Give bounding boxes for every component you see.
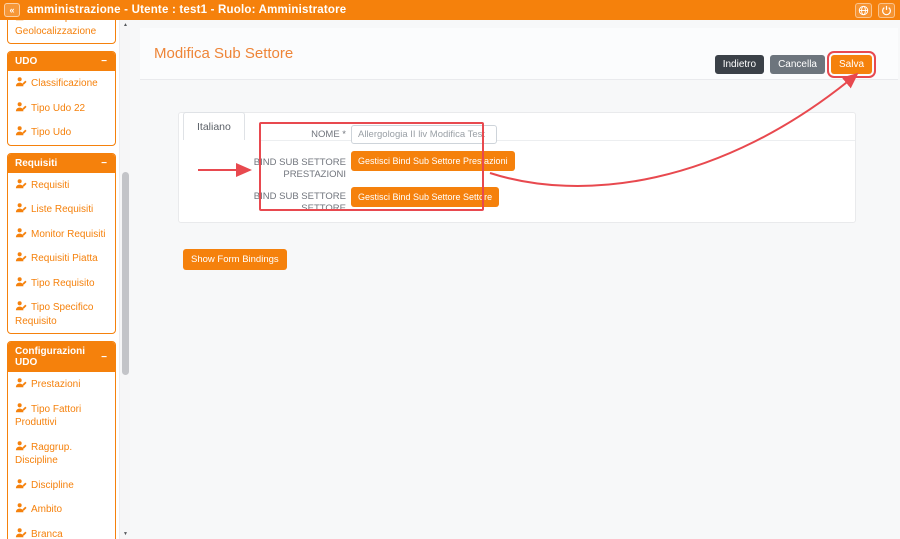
sidebar-section-udo: UDO −Classificazione Tipo Udo 22 Tipo Udo bbox=[7, 51, 116, 146]
section-label: Configurazioni UDO bbox=[15, 346, 101, 368]
sidebar-item-label: Branca bbox=[31, 529, 63, 539]
main-content: Modifica Sub Settore Indietro Cancella S… bbox=[130, 20, 900, 539]
collapse-icon[interactable]: − bbox=[101, 56, 107, 67]
sidebar-section-header-udo[interactable]: UDO − bbox=[8, 52, 115, 71]
form-card: Italiano NOME * BIND SUB SETTORE PRESTAZ… bbox=[178, 112, 856, 223]
sidebar-item-ambito[interactable]: Ambito bbox=[8, 497, 115, 522]
sidebar-item-liste-requisiti[interactable]: Liste Requisiti bbox=[8, 197, 115, 222]
top-header-bar: « amministrazione - Utente : test1 - Ruo… bbox=[0, 0, 900, 20]
sidebar-item-label: Discipline bbox=[31, 480, 74, 491]
sidebar-item-label: Tipo Udo bbox=[31, 127, 71, 138]
bind-sub-settore-settore-label: BIND SUB SETTORE SETTORE bbox=[231, 191, 346, 216]
sidebar-menu: Sede Operative Geolocalizzazione UDO−Cla… bbox=[0, 20, 119, 539]
sidebar-item-label: Liste Requisiti bbox=[31, 204, 93, 215]
user-edit-icon bbox=[15, 377, 27, 389]
sidebar-item-requisiti[interactable]: Requisiti bbox=[8, 173, 115, 198]
window-title: amministrazione - Utente : test1 - Ruolo… bbox=[27, 4, 346, 16]
header-actions bbox=[855, 3, 895, 18]
user-edit-icon bbox=[15, 527, 27, 539]
user-edit-icon bbox=[15, 20, 27, 22]
sidebar-scrollbar[interactable]: ▲ ▼ bbox=[119, 20, 130, 539]
sidebar-item-tipo-udo[interactable]: Tipo Udo bbox=[8, 120, 115, 145]
nome-input[interactable] bbox=[351, 125, 497, 144]
sidebar-item-label: Tipo Udo 22 bbox=[31, 103, 85, 114]
sidebar-collapse-button[interactable]: « bbox=[4, 3, 20, 17]
sidebar-item-label: Requisiti bbox=[31, 180, 69, 191]
section-label: UDO bbox=[15, 56, 37, 67]
sidebar-item-classificazione[interactable]: Classificazione bbox=[8, 71, 115, 96]
page-title: Modifica Sub Settore bbox=[154, 45, 293, 62]
logout-button[interactable] bbox=[878, 3, 895, 18]
collapse-icon[interactable]: − bbox=[101, 352, 107, 363]
show-form-bindings-button[interactable]: Show Form Bindings bbox=[183, 249, 287, 270]
sidebar-item-label: Ambito bbox=[31, 504, 62, 515]
sidebar-item-label: Tipo Requisito bbox=[31, 278, 95, 289]
sidebar-item-label: Prestazioni bbox=[31, 379, 80, 390]
indietro-button[interactable]: Indietro bbox=[715, 55, 764, 74]
app-window: « amministrazione - Utente : test1 - Ruo… bbox=[0, 0, 900, 539]
user-edit-icon bbox=[15, 440, 27, 452]
user-edit-icon bbox=[15, 276, 27, 288]
scroll-down-icon[interactable]: ▼ bbox=[120, 531, 131, 537]
scroll-up-icon[interactable]: ▲ bbox=[120, 22, 131, 28]
sidebar-item-sede-operative-geolocalizzazione[interactable]: Sede Operative Geolocalizzazione bbox=[8, 20, 115, 43]
globe-icon bbox=[858, 5, 869, 16]
sidebar-section-requisiti: Requisiti − Requisiti Liste Requisiti Monito… bbox=[7, 153, 116, 335]
sidebar-section-partial: Sede Operative Geolocalizzazione bbox=[7, 20, 116, 44]
sidebar-item-branca[interactable]: Branca bbox=[8, 522, 115, 539]
user-edit-icon bbox=[15, 227, 27, 239]
sidebar-item-tipo-requisito[interactable]: Tipo Requisito bbox=[8, 271, 115, 296]
user-edit-icon bbox=[15, 125, 27, 137]
sidebar-item-tipo-specifico-requisito[interactable]: Tipo Specifico Requisito bbox=[8, 295, 115, 333]
toolbar: Indietro Cancella Salva bbox=[715, 55, 872, 74]
user-edit-icon bbox=[15, 101, 27, 113]
sidebar-item-label: Classificazione bbox=[31, 78, 98, 89]
sidebar-item-prestazioni[interactable]: Prestazioni bbox=[8, 372, 115, 397]
user-edit-icon bbox=[15, 178, 27, 190]
sidebar-section-configurazioni-udo: Configurazioni UDO− Prestazioni Tipo Fatto… bbox=[7, 341, 116, 539]
sidebar-item-discipline[interactable]: Discipline bbox=[8, 473, 115, 498]
sidebar-section-header-configurazioni-udo[interactable]: Configurazioni UDO− bbox=[8, 342, 115, 372]
section-label: Requisiti bbox=[15, 158, 57, 169]
user-edit-icon bbox=[15, 502, 27, 514]
globe-button[interactable] bbox=[855, 3, 872, 18]
gestisci-bind-prestazioni-button[interactable]: Gestisci Bind Sub Settore Prestazioni bbox=[351, 151, 515, 171]
sidebar-section-header-requisiti[interactable]: Requisiti − bbox=[8, 154, 115, 173]
user-edit-icon bbox=[15, 402, 27, 414]
sidebar-item-requisiti-piatta[interactable]: Requisiti Piatta bbox=[8, 246, 115, 271]
scrollbar-thumb[interactable] bbox=[122, 172, 129, 375]
sidebar-item-monitor-requisiti[interactable]: Monitor Requisiti bbox=[8, 222, 115, 247]
cancella-button[interactable]: Cancella bbox=[770, 55, 825, 74]
salva-button[interactable]: Salva bbox=[831, 55, 872, 74]
power-icon bbox=[881, 5, 892, 16]
sidebar-item-label: Requisiti Piatta bbox=[31, 253, 98, 264]
bind-sub-settore-prestazioni-label: BIND SUB SETTORE PRESTAZIONI bbox=[231, 157, 346, 182]
user-edit-icon bbox=[15, 76, 27, 88]
tab-divider bbox=[259, 140, 855, 141]
tab-italiano[interactable]: Italiano bbox=[183, 112, 245, 140]
gestisci-bind-settore-button[interactable]: Gestisci Bind Sub Settore Settore bbox=[351, 187, 499, 207]
sidebar-item-tipo-udo-22[interactable]: Tipo Udo 22 bbox=[8, 96, 115, 121]
user-edit-icon bbox=[15, 202, 27, 214]
user-edit-icon bbox=[15, 251, 27, 263]
sidebar-item-raggrup-discipline[interactable]: Raggrup. Discipline bbox=[8, 435, 115, 473]
user-edit-icon bbox=[15, 478, 27, 490]
sidebar-item-label: Monitor Requisiti bbox=[31, 229, 105, 240]
sidebar-item-label: Sede Operative Geolocalizzazione bbox=[15, 20, 101, 37]
nome-label: NOME * bbox=[231, 129, 346, 141]
sidebar-item-tipo-fattori-produttivi[interactable]: Tipo Fattori Produttivi bbox=[8, 397, 115, 435]
user-edit-icon bbox=[15, 300, 27, 312]
collapse-icon[interactable]: − bbox=[101, 158, 107, 169]
page-title-bar: Modifica Sub Settore Indietro Cancella S… bbox=[140, 28, 898, 80]
